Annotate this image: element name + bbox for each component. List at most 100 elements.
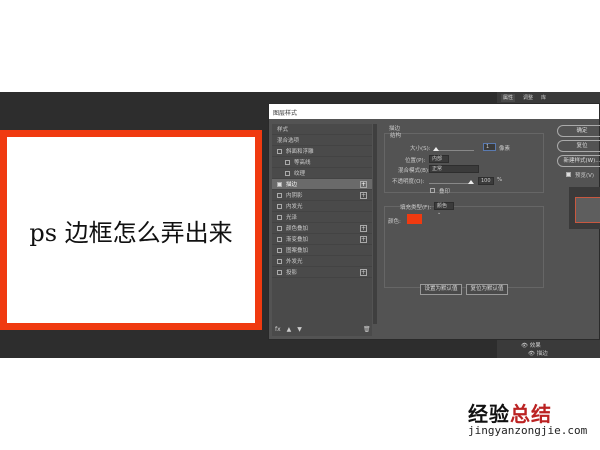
styles-list: 样式混合选项斜面和浮雕等高线纹理描边 + 内阴影 + 内发光光泽颜色叠加 + 渐变叠加 + 图案…	[272, 124, 372, 336]
checkbox[interactable]	[285, 159, 290, 165]
move-down-icon[interactable]: ▼	[297, 326, 302, 333]
styles-scrollbar[interactable]	[373, 124, 377, 324]
tab-libraries[interactable]: 库	[541, 94, 546, 102]
preview-label: 预览(V)	[575, 173, 595, 179]
move-up-icon[interactable]: ▲	[287, 326, 292, 333]
size-slider[interactable]	[434, 150, 474, 151]
checkbox[interactable]	[277, 258, 282, 264]
style-item-label: 样式	[277, 127, 289, 133]
style-item[interactable]: 等高线	[272, 157, 372, 168]
checkbox[interactable]	[277, 214, 282, 220]
document-canvas: ps 边框怎么弄出来	[0, 130, 262, 330]
checkbox[interactable]	[277, 269, 282, 275]
set-default-button[interactable]: 设置为默认值	[420, 284, 462, 295]
style-item-label: 外发光	[286, 259, 303, 265]
style-item-label: 内阴影	[286, 193, 303, 199]
checkbox[interactable]	[277, 181, 282, 187]
preview-thumbnail	[575, 197, 600, 223]
size-label: 大小(S):	[410, 146, 431, 152]
style-item-label: 斜面和浮雕	[286, 149, 314, 155]
add-icon[interactable]: +	[360, 181, 367, 188]
styles-footer: fx ▲ ▼	[275, 326, 302, 333]
overprint-label: 叠印	[439, 189, 451, 195]
style-item[interactable]: 投影 +	[272, 267, 372, 278]
dialog-title: 图层样式	[269, 104, 599, 119]
checkbox[interactable]	[277, 225, 282, 231]
fill-type-select[interactable]: 颜色 ⌄	[434, 202, 454, 216]
watermark-text-b: 总结	[510, 402, 552, 426]
style-item[interactable]: 内阴影 +	[272, 190, 372, 201]
new-style-button[interactable]: 新建样式(W)...	[557, 155, 600, 167]
style-item-label: 渐变叠加	[286, 237, 309, 243]
style-item-label: 颜色叠加	[286, 226, 309, 232]
color-label: 颜色:	[388, 219, 401, 225]
ok-button[interactable]: 确定	[557, 125, 600, 137]
canvas-text: ps 边框怎么弄出来	[29, 218, 233, 247]
style-preview	[569, 187, 600, 229]
opacity-input[interactable]: 100	[478, 177, 494, 185]
opacity-slider-knob[interactable]	[468, 180, 474, 184]
trash-icon[interactable]: 🗑	[363, 326, 371, 333]
watermark-url: jingyanzongjie.com	[468, 424, 588, 437]
checkbox[interactable]	[277, 148, 282, 154]
size-input[interactable]: 1	[483, 143, 496, 151]
checkbox[interactable]	[277, 203, 282, 209]
style-item-label: 纹理	[294, 171, 306, 177]
structure-label: 结构	[390, 133, 402, 139]
overprint-checkbox[interactable]: 叠印	[430, 187, 450, 195]
style-item[interactable]: 混合选项	[272, 135, 372, 146]
add-icon[interactable]: +	[360, 269, 367, 276]
tab-properties[interactable]: 属性	[501, 94, 516, 102]
layer-style-dialog: 图层样式 样式 混合选项 斜面和浮雕 等高线 纹理 描边 + 内阴影 + 内发光 光泽 颜色叠加 + 渐变…	[268, 103, 600, 340]
position-value: 内部	[432, 156, 443, 162]
blend-mode-select[interactable]: 正常	[429, 165, 479, 173]
layer-stroke-effect[interactable]: 👁 描边	[528, 349, 548, 357]
style-item[interactable]: 描边 +	[272, 179, 372, 190]
add-icon[interactable]: +	[360, 192, 367, 199]
color-swatch[interactable]	[407, 214, 422, 224]
style-item-label: 描边	[286, 182, 298, 188]
style-item[interactable]: 渐变叠加 +	[272, 234, 372, 245]
add-icon[interactable]: +	[360, 236, 367, 243]
layers-panel: 👁 效果 👁 描边	[497, 340, 600, 358]
preview-checkbox[interactable]: 预览(V)	[566, 171, 594, 179]
style-item-label: 混合选项	[277, 138, 300, 144]
opacity-slider[interactable]	[429, 183, 471, 184]
checkbox[interactable]	[277, 247, 282, 253]
size-slider-knob[interactable]	[433, 147, 439, 151]
size-unit: 像素	[499, 146, 511, 152]
style-item-label: 光泽	[286, 215, 298, 221]
reset-button[interactable]: 复位	[557, 140, 600, 152]
blend-mode-label: 混合模式(B):	[398, 168, 430, 174]
watermark-logo: 经验总结	[468, 398, 552, 427]
style-item[interactable]: 外发光	[272, 256, 372, 267]
stroke-effect-label: 描边	[536, 351, 548, 357]
stroke-settings: 描边 结构 大小(S): 1 像素 位置(P): 内部 ⌄ 混合模式(B): 正…	[382, 122, 547, 312]
checkbox[interactable]	[277, 192, 282, 198]
checkbox[interactable]	[277, 236, 282, 242]
checkbox[interactable]	[285, 170, 290, 176]
watermark-text-a: 经验	[468, 402, 510, 426]
style-item[interactable]: 图案叠加	[272, 245, 372, 256]
style-item[interactable]: 纹理	[272, 168, 372, 179]
tab-adjustments[interactable]: 调整	[523, 94, 533, 102]
style-item-label: 内发光	[286, 204, 303, 210]
style-item[interactable]: 内发光	[272, 201, 372, 212]
style-item-label: 等高线	[294, 160, 311, 166]
style-item[interactable]: 颜色叠加 +	[272, 223, 372, 234]
style-item[interactable]: 光泽	[272, 212, 372, 223]
add-icon[interactable]: +	[360, 225, 367, 232]
position-select[interactable]: 内部 ⌄	[429, 155, 449, 169]
layer-effects[interactable]: 👁 效果	[521, 341, 541, 349]
style-item-label: 投影	[286, 270, 298, 276]
style-item-label: 图案叠加	[286, 248, 309, 254]
style-item[interactable]: 斜面和浮雕	[272, 146, 372, 157]
style-item[interactable]: 样式	[272, 124, 372, 135]
opacity-label: 不透明度(O):	[392, 179, 425, 185]
fx-icon[interactable]: fx	[275, 326, 281, 333]
position-label: 位置(P):	[405, 158, 426, 164]
fill-type-label: 填充类型(F):	[400, 205, 432, 211]
fill-type-value: 颜色	[437, 203, 448, 209]
opacity-unit: %	[497, 177, 503, 183]
reset-default-button[interactable]: 复位为默认值	[466, 284, 508, 295]
